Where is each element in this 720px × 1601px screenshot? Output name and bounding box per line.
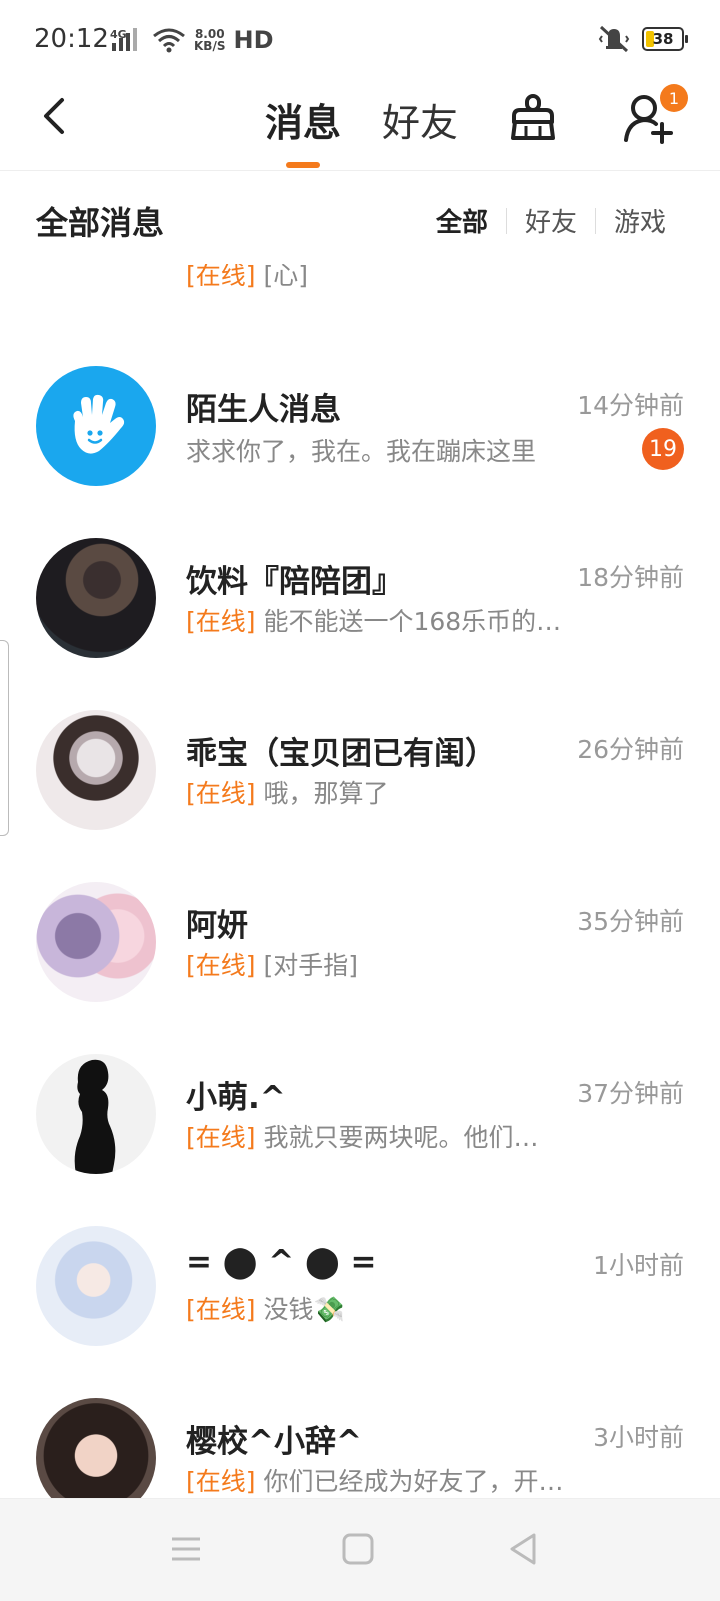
message-time: 1小时前 — [593, 1251, 684, 1280]
message-time: 14分钟前 — [577, 391, 684, 420]
conversation-row[interactable]: 乖宝（宝贝团已有闺） 26分钟前 [在线] 哦，那算了 — [0, 684, 720, 860]
filter-friends[interactable]: 好友 — [507, 202, 595, 239]
conversation-row[interactable]: 饮料『陪陪团』 18分钟前 [在线] 能不能送一个168乐币的… — [0, 512, 720, 688]
message-time: 3小时前 — [593, 1423, 684, 1452]
contact-name: 小萌.^ — [186, 1080, 286, 1116]
network-speed: 8.00 KB/S — [194, 28, 225, 52]
message-time: 18分钟前 — [577, 563, 684, 592]
avatar[interactable] — [36, 1054, 156, 1174]
clean-broom-icon[interactable] — [508, 92, 558, 142]
side-edge-handle[interactable] — [0, 640, 9, 836]
conversation-list: [在线] [心] 陌生人消息 14分钟前 求求你了，我在。我在蹦床这里 19 饮… — [0, 264, 720, 1498]
message-preview: [在线] 没钱💸 — [186, 1290, 345, 1326]
top-header: 消息 好友 1 — [0, 80, 720, 171]
home-icon[interactable] — [338, 1529, 378, 1569]
conversation-row[interactable]: [在线] [心] — [0, 264, 720, 320]
message-preview: [在线] 能不能送一个168乐币的… — [186, 602, 561, 638]
add-friend-badge: 1 — [660, 84, 688, 112]
filter-all[interactable]: 全部 — [418, 202, 506, 239]
message-time: 35分钟前 — [577, 907, 684, 936]
message-time: 26分钟前 — [577, 735, 684, 764]
battery-icon: 38 — [642, 27, 688, 51]
status-bar: 20:12 4G 8.00 KB/S HD 38 — [0, 0, 720, 80]
avatar[interactable] — [36, 882, 156, 1002]
filter-games[interactable]: 游戏 — [596, 202, 684, 239]
message-text: [心] — [263, 264, 308, 290]
contact-name: 陌生人消息 — [186, 392, 341, 428]
contact-name: 饮料『陪陪团』 — [186, 564, 403, 600]
status-icons: 4G 8.00 KB/S HD — [110, 24, 274, 56]
wifi-icon — [153, 28, 185, 53]
active-tab-indicator — [286, 162, 320, 168]
message-preview: [在线] [对手指] — [186, 946, 358, 982]
waving-hand-icon — [73, 394, 125, 454]
message-preview: [在线] 你们已经成为好友了，开… — [186, 1462, 563, 1498]
speed-unit: KB/S — [194, 39, 226, 53]
message-time: 37分钟前 — [577, 1079, 684, 1108]
conversation-row[interactable]: 阿妍 35分钟前 [在线] [对手指] — [0, 856, 720, 1032]
hd-indicator: HD — [233, 26, 274, 54]
svg-text:4G: 4G — [110, 28, 127, 41]
conversation-row[interactable]: 樱校^小辞^ 3小时前 [在线] 你们已经成为好友了，开… — [0, 1372, 720, 1498]
online-status: [在线] — [186, 607, 256, 636]
conversation-row[interactable]: 陌生人消息 14分钟前 求求你了，我在。我在蹦床这里 19 — [0, 340, 720, 516]
conversation-row[interactable]: 小萌.^ 37分钟前 [在线] 我就只要两块呢。他们… — [0, 1028, 720, 1204]
online-status: [在线] — [186, 264, 256, 290]
online-status: [在线] — [186, 1467, 256, 1496]
message-preview: [在线] [心] — [186, 264, 308, 292]
unread-badge: 19 — [642, 428, 684, 470]
avatar[interactable] — [36, 1226, 156, 1346]
contact-name: = ⬤ ^ ⬤ = — [186, 1244, 377, 1280]
tab-messages[interactable]: 消息 — [265, 92, 341, 147]
message-text: 求求你了，我在。我在蹦床这里 — [186, 437, 537, 466]
message-text: 哦，那算了 — [263, 779, 389, 808]
avatar[interactable] — [36, 710, 156, 830]
avatar[interactable] — [36, 1398, 156, 1498]
status-right: 38 — [598, 24, 688, 54]
back-arrow-icon[interactable] — [36, 96, 76, 136]
message-text: 能不能送一个168乐币的… — [263, 607, 562, 636]
signal-icon: 4G — [110, 28, 137, 51]
avatar[interactable] — [36, 538, 156, 658]
conversation-row[interactable]: = ⬤ ^ ⬤ = 1小时前 [在线] 没钱💸 — [0, 1200, 720, 1376]
message-preview: 求求你了，我在。我在蹦床这里 — [186, 432, 536, 468]
menu-icon[interactable] — [166, 1529, 206, 1569]
status-time: 20:12 — [34, 24, 109, 54]
online-status: [在线] — [186, 1295, 256, 1324]
silhouette-image — [74, 1059, 116, 1174]
tab-friends[interactable]: 好友 — [382, 92, 458, 147]
online-status: [在线] — [186, 779, 256, 808]
message-text: 没钱💸 — [263, 1295, 345, 1324]
back-triangle-icon[interactable] — [504, 1529, 544, 1569]
avatar[interactable] — [36, 366, 156, 486]
online-status: [在线] — [186, 951, 256, 980]
system-nav-bar — [0, 1498, 720, 1601]
vibrate-mute-icon — [598, 25, 630, 53]
message-text: 我就只要两块呢。他们… — [263, 1123, 539, 1152]
message-preview: [在线] 哦，那算了 — [186, 774, 388, 810]
message-preview: [在线] 我就只要两块呢。他们… — [186, 1118, 538, 1154]
battery-level: 38 — [652, 30, 674, 48]
online-status: [在线] — [186, 1123, 256, 1152]
contact-name: 乖宝（宝贝团已有闺） — [186, 736, 496, 772]
filter-tabs: 全部 好友 游戏 — [418, 202, 684, 239]
message-text: [对手指] — [263, 951, 358, 980]
message-text: 你们已经成为好友了，开… — [263, 1467, 564, 1496]
contact-name: 樱校^小辞^ — [186, 1424, 362, 1460]
contact-name: 阿妍 — [186, 908, 248, 944]
section-header: 全部消息 全部 好友 游戏 — [0, 172, 720, 264]
section-title: 全部消息 — [36, 204, 165, 242]
